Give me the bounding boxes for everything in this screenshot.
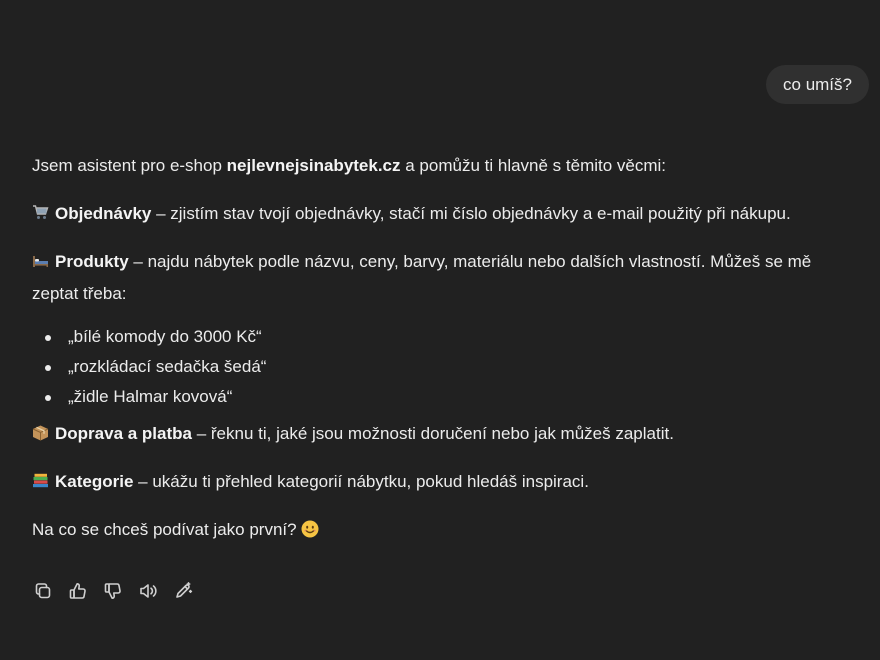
- package-icon: [32, 420, 49, 441]
- thumbs-up-button[interactable]: [67, 580, 89, 602]
- section-categories: Kategorie – ukážu ti přehled kategorií n…: [32, 466, 852, 498]
- list-item: „židle Halmar kovová“: [32, 382, 852, 412]
- intro-text: Jsem asistent pro e-shop: [32, 156, 227, 175]
- edit-icon: [176, 582, 193, 598]
- section-text: – ukážu ti přehled kategorií nábytku, po…: [133, 472, 589, 491]
- user-message-bubble: co umíš?: [766, 65, 869, 104]
- section-title: Kategorie: [55, 472, 134, 491]
- read-aloud-button[interactable]: [137, 580, 159, 602]
- intro-paragraph: Jsem asistent pro e-shop nejlevnejsinaby…: [32, 150, 852, 182]
- assistant-message: Jsem asistent pro e-shop nejlevnejsinaby…: [32, 150, 852, 562]
- section-title: Produkty: [55, 252, 129, 271]
- thumbs-up-icon: [69, 583, 86, 599]
- shop-name: nejlevnejsinabytek.cz: [226, 156, 401, 175]
- shopping-cart-icon: [32, 200, 49, 219]
- user-message-text: co umíš?: [783, 75, 852, 94]
- example-list: „bílé komody do 3000 Kč“ „rozkládací sed…: [32, 322, 852, 412]
- read-aloud-icon: [140, 584, 157, 598]
- message-actions: [32, 580, 194, 602]
- copy-button[interactable]: [32, 580, 54, 602]
- closing-text: Na co se chceš podívat jako první?: [32, 520, 297, 539]
- section-orders: Objednávky – zjistím stav tvojí objednáv…: [32, 198, 852, 230]
- edit-button[interactable]: [172, 580, 194, 602]
- list-item: „rozkládací sedačka šedá“: [32, 352, 852, 382]
- smiling-face-icon: [301, 517, 319, 538]
- books-icon: [32, 468, 49, 488]
- section-shipping: Doprava a platba – řeknu ti, jaké jsou m…: [32, 418, 852, 450]
- list-item: „bílé komody do 3000 Kč“: [32, 322, 852, 352]
- section-title: Doprava a platba: [55, 424, 192, 443]
- closing-paragraph: Na co se chceš podívat jako první?: [32, 514, 852, 546]
- intro-text-end: a pomůžu ti hlavně s těmito věcmi:: [400, 156, 667, 175]
- thumbs-down-button[interactable]: [102, 580, 124, 602]
- section-text: – najdu nábytek podle názvu, ceny, barvy…: [32, 252, 812, 303]
- section-text: – řeknu ti, jaké jsou možnosti doručení …: [192, 424, 674, 443]
- bed-icon: [32, 248, 49, 267]
- section-title: Objednávky: [55, 204, 152, 223]
- copy-icon: [35, 583, 51, 599]
- thumbs-down-icon: [104, 583, 121, 599]
- section-text: – zjistím stav tvojí objednávky, stačí m…: [151, 204, 791, 223]
- section-products: Produkty – najdu nábytek podle názvu, ce…: [32, 246, 852, 310]
